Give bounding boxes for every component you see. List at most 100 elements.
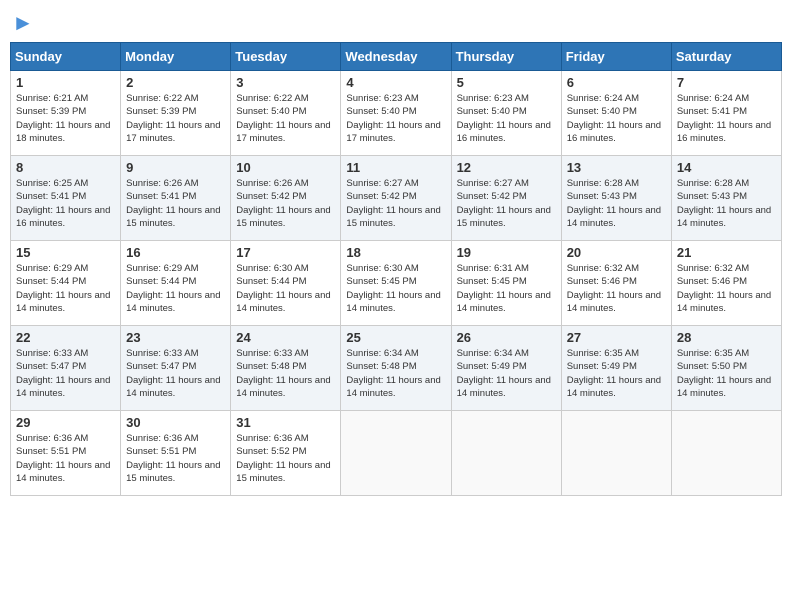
- day-number: 28: [677, 330, 776, 345]
- calendar-cell: 4 Sunrise: 6:23 AMSunset: 5:40 PMDaylight…: [341, 71, 451, 156]
- day-info: Sunrise: 6:26 AMSunset: 5:41 PMDaylight:…: [126, 177, 225, 230]
- day-info: Sunrise: 6:30 AMSunset: 5:44 PMDaylight:…: [236, 262, 335, 315]
- day-number: 18: [346, 245, 445, 260]
- day-number: 22: [16, 330, 115, 345]
- day-info: Sunrise: 6:26 AMSunset: 5:42 PMDaylight:…: [236, 177, 335, 230]
- calendar-cell: 28 Sunrise: 6:35 AMSunset: 5:50 PMDayligh…: [671, 326, 781, 411]
- day-number: 26: [457, 330, 556, 345]
- calendar-cell: 21 Sunrise: 6:32 AMSunset: 5:46 PMDayligh…: [671, 241, 781, 326]
- day-number: 6: [567, 75, 666, 90]
- calendar-cell: 2Sunrise: 6:22 AMSunset: 5:39 PMDaylight…: [121, 71, 231, 156]
- calendar-cell: [341, 411, 451, 496]
- day-info: Sunrise: 6:31 AMSunset: 5:45 PMDaylight:…: [457, 262, 556, 315]
- day-number: 17: [236, 245, 335, 260]
- calendar-cell: 13 Sunrise: 6:28 AMSunset: 5:43 PMDayligh…: [561, 156, 671, 241]
- day-number: 7: [677, 75, 776, 90]
- day-info: Sunrise: 6:23 AMSunset: 5:40 PMDaylight:…: [346, 92, 445, 145]
- calendar-cell: [561, 411, 671, 496]
- day-number: 11: [346, 160, 445, 175]
- calendar-cell: 16 Sunrise: 6:29 AMSunset: 5:44 PMDayligh…: [121, 241, 231, 326]
- calendar-cell: 8 Sunrise: 6:25 AMSunset: 5:41 PMDaylight…: [11, 156, 121, 241]
- calendar-day-header: Wednesday: [341, 43, 451, 71]
- page-header: ►: [10, 10, 782, 36]
- calendar-cell: 27 Sunrise: 6:35 AMSunset: 5:49 PMDayligh…: [561, 326, 671, 411]
- day-number: 1: [16, 75, 115, 90]
- day-number: 19: [457, 245, 556, 260]
- calendar-cell: 30 Sunrise: 6:36 AMSunset: 5:51 PMDayligh…: [121, 411, 231, 496]
- day-info: Sunrise: 6:24 AMSunset: 5:41 PMDaylight:…: [677, 92, 776, 145]
- day-info: Sunrise: 6:35 AMSunset: 5:50 PMDaylight:…: [677, 347, 776, 400]
- day-number: 24: [236, 330, 335, 345]
- calendar-week-row: 1 Sunrise: 6:21 AMSunset: 5:39 PMDaylight…: [11, 71, 782, 156]
- calendar-day-header: Sunday: [11, 43, 121, 71]
- day-number: 30: [126, 415, 225, 430]
- day-info: Sunrise: 6:22 AMSunset: 5:39 PMDaylight:…: [126, 92, 225, 145]
- day-number: 15: [16, 245, 115, 260]
- day-number: 8: [16, 160, 115, 175]
- day-info: Sunrise: 6:28 AMSunset: 5:43 PMDaylight:…: [677, 177, 776, 230]
- day-info: Sunrise: 6:33 AMSunset: 5:48 PMDaylight:…: [236, 347, 335, 400]
- calendar-week-row: 8 Sunrise: 6:25 AMSunset: 5:41 PMDaylight…: [11, 156, 782, 241]
- day-info: Sunrise: 6:36 AMSunset: 5:51 PMDaylight:…: [126, 432, 225, 485]
- calendar-cell: 6 Sunrise: 6:24 AMSunset: 5:40 PMDaylight…: [561, 71, 671, 156]
- day-info: Sunrise: 6:35 AMSunset: 5:49 PMDaylight:…: [567, 347, 666, 400]
- calendar-cell: 11 Sunrise: 6:27 AMSunset: 5:42 PMDayligh…: [341, 156, 451, 241]
- calendar-day-header: Tuesday: [231, 43, 341, 71]
- calendar-cell: 26 Sunrise: 6:34 AMSunset: 5:49 PMDayligh…: [451, 326, 561, 411]
- day-info: Sunrise: 6:27 AMSunset: 5:42 PMDaylight:…: [346, 177, 445, 230]
- day-info: Sunrise: 6:32 AMSunset: 5:46 PMDaylight:…: [677, 262, 776, 315]
- calendar-cell: 20 Sunrise: 6:32 AMSunset: 5:46 PMDayligh…: [561, 241, 671, 326]
- calendar-cell: [671, 411, 781, 496]
- day-info: Sunrise: 6:34 AMSunset: 5:49 PMDaylight:…: [457, 347, 556, 400]
- day-info: Sunrise: 6:29 AMSunset: 5:44 PMDaylight:…: [16, 262, 115, 315]
- calendar-cell: 7 Sunrise: 6:24 AMSunset: 5:41 PMDaylight…: [671, 71, 781, 156]
- calendar-week-row: 29Sunrise: 6:36 AMSunset: 5:51 PMDayligh…: [11, 411, 782, 496]
- day-number: 14: [677, 160, 776, 175]
- calendar-cell: 12 Sunrise: 6:27 AMSunset: 5:42 PMDayligh…: [451, 156, 561, 241]
- calendar-cell: 18 Sunrise: 6:30 AMSunset: 5:45 PMDayligh…: [341, 241, 451, 326]
- day-number: 13: [567, 160, 666, 175]
- calendar-cell: [451, 411, 561, 496]
- calendar-cell: 10Sunrise: 6:26 AMSunset: 5:42 PMDayligh…: [231, 156, 341, 241]
- calendar-day-header: Saturday: [671, 43, 781, 71]
- day-info: Sunrise: 6:30 AMSunset: 5:45 PMDaylight:…: [346, 262, 445, 315]
- day-number: 4: [346, 75, 445, 90]
- day-info: Sunrise: 6:22 AMSunset: 5:40 PMDaylight:…: [236, 92, 335, 145]
- calendar-cell: 29Sunrise: 6:36 AMSunset: 5:51 PMDayligh…: [11, 411, 121, 496]
- calendar-week-row: 15 Sunrise: 6:29 AMSunset: 5:44 PMDayligh…: [11, 241, 782, 326]
- day-info: Sunrise: 6:36 AMSunset: 5:51 PMDaylight:…: [16, 432, 115, 485]
- day-info: Sunrise: 6:21 AMSunset: 5:39 PMDaylight:…: [16, 92, 115, 145]
- title-block: [34, 10, 782, 12]
- day-info: Sunrise: 6:27 AMSunset: 5:42 PMDaylight:…: [457, 177, 556, 230]
- calendar-cell: 25Sunrise: 6:34 AMSunset: 5:48 PMDayligh…: [341, 326, 451, 411]
- calendar-cell: 22 Sunrise: 6:33 AMSunset: 5:47 PMDayligh…: [11, 326, 121, 411]
- day-info: Sunrise: 6:29 AMSunset: 5:44 PMDaylight:…: [126, 262, 225, 315]
- calendar-cell: 9Sunrise: 6:26 AMSunset: 5:41 PMDaylight…: [121, 156, 231, 241]
- day-info: Sunrise: 6:33 AMSunset: 5:47 PMDaylight:…: [126, 347, 225, 400]
- calendar-day-header: Monday: [121, 43, 231, 71]
- day-info: Sunrise: 6:33 AMSunset: 5:47 PMDaylight:…: [16, 347, 115, 400]
- calendar-day-header: Thursday: [451, 43, 561, 71]
- day-number: 20: [567, 245, 666, 260]
- calendar-cell: 31Sunrise: 6:36 AMSunset: 5:52 PMDayligh…: [231, 411, 341, 496]
- calendar-cell: 3Sunrise: 6:22 AMSunset: 5:40 PMDaylight…: [231, 71, 341, 156]
- day-number: 25: [346, 330, 445, 345]
- day-number: 12: [457, 160, 556, 175]
- calendar-cell: 19 Sunrise: 6:31 AMSunset: 5:45 PMDayligh…: [451, 241, 561, 326]
- day-number: 21: [677, 245, 776, 260]
- day-number: 27: [567, 330, 666, 345]
- day-info: Sunrise: 6:25 AMSunset: 5:41 PMDaylight:…: [16, 177, 115, 230]
- calendar-cell: 1 Sunrise: 6:21 AMSunset: 5:39 PMDaylight…: [11, 71, 121, 156]
- calendar-cell: 15 Sunrise: 6:29 AMSunset: 5:44 PMDayligh…: [11, 241, 121, 326]
- day-info: Sunrise: 6:28 AMSunset: 5:43 PMDaylight:…: [567, 177, 666, 230]
- calendar-cell: 17 Sunrise: 6:30 AMSunset: 5:44 PMDayligh…: [231, 241, 341, 326]
- day-info: Sunrise: 6:32 AMSunset: 5:46 PMDaylight:…: [567, 262, 666, 315]
- logo-bird-icon: ►: [12, 10, 34, 36]
- day-number: 5: [457, 75, 556, 90]
- calendar-header-row: SundayMondayTuesdayWednesdayThursdayFrid…: [11, 43, 782, 71]
- day-info: Sunrise: 6:24 AMSunset: 5:40 PMDaylight:…: [567, 92, 666, 145]
- calendar-cell: 24 Sunrise: 6:33 AMSunset: 5:48 PMDayligh…: [231, 326, 341, 411]
- day-number: 23: [126, 330, 225, 345]
- day-number: 16: [126, 245, 225, 260]
- day-info: Sunrise: 6:23 AMSunset: 5:40 PMDaylight:…: [457, 92, 556, 145]
